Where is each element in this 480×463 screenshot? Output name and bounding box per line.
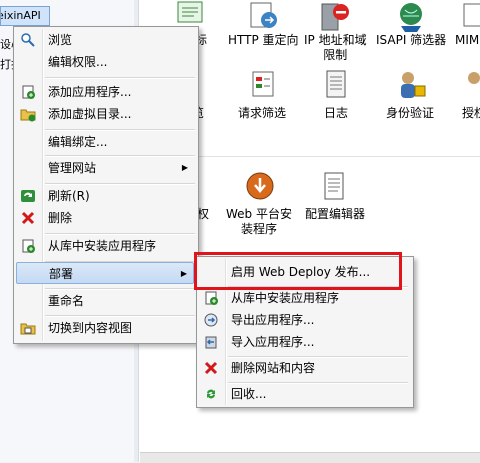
mime-types-icon[interactable] — [460, 0, 480, 34]
menu-item-delete-site-content[interactable]: 删除网站和内容 — [199, 357, 409, 379]
tree-stub-text-1: 设心 — [0, 38, 14, 51]
menu-item-label: 删除网站和内容 — [231, 361, 316, 375]
menu-item-edit-permissions[interactable]: 编辑权限... — [16, 51, 194, 73]
browse-icon — [21, 33, 35, 47]
authentication-icon[interactable] — [393, 68, 429, 102]
delete-icon — [21, 211, 35, 225]
feature-label-web-platform: Web 平台安 装程序 — [226, 207, 292, 236]
menu-item-recycle[interactable]: 回收... — [199, 383, 409, 405]
recycle-icon — [207, 389, 215, 399]
feature-label-authentication: 身份验证 — [386, 106, 435, 120]
ip-restriction-icon[interactable] — [316, 0, 352, 34]
menu-item-browse[interactable]: 浏览 — [16, 29, 194, 51]
feature-label-ip-restriction: IP 地址和域 限制 — [304, 33, 367, 62]
feature-label-http-redirect: HTTP 重定向 — [228, 33, 299, 47]
menu-item-add-application[interactable]: 添加应用程序... — [16, 81, 194, 103]
menu-item-import-application[interactable]: 导入应用程序... — [199, 331, 409, 353]
request-filtering-icon[interactable] — [245, 68, 281, 102]
export-icon — [204, 313, 218, 327]
import-icon — [205, 336, 217, 349]
logging-icon[interactable] — [318, 68, 354, 102]
annotation-highlight-box — [194, 252, 402, 290]
menu-separator — [45, 77, 195, 79]
menu-item-install-from-gallery-deploy[interactable]: 从库中安装应用程序 — [199, 287, 409, 309]
add-app-icon — [22, 85, 35, 99]
feature-label-request-filtering: 请求筛选 — [238, 106, 287, 120]
feature-label-config-editor: 配置编辑器 — [305, 207, 366, 221]
menu-item-export-application[interactable]: 导出应用程序... — [199, 309, 409, 331]
menu-item-delete[interactable]: 删除 — [16, 207, 194, 229]
menu-item-label: 浏览 — [48, 33, 73, 47]
content-view-icon — [20, 323, 36, 335]
site-context-menu: 浏览 编辑权限... 添加应用程序... 添加虚拟目录... 编辑绑定... 管… — [13, 26, 199, 344]
menu-item-label: 删除 — [48, 211, 73, 225]
menu-item-install-from-gallery[interactable]: 从库中安装应用程序 — [16, 235, 194, 257]
menu-item-refresh[interactable]: 刷新(R) — [16, 185, 194, 207]
menu-item-switch-content-view[interactable]: 切换到内容视图 — [16, 317, 194, 339]
gallery-icon — [205, 291, 218, 305]
menu-item-label: 编辑权限... — [48, 55, 108, 69]
submenu-arrow-icon: ▶ — [180, 269, 187, 278]
menu-item-label: 导出应用程序... — [231, 313, 315, 327]
menu-item-label: 回收... — [231, 387, 267, 401]
menu-item-label: 从库中安装应用程序 — [48, 239, 157, 253]
menu-item-label: 添加虚拟目录... — [48, 107, 132, 121]
menu-item-label: 编辑绑定... — [48, 135, 108, 149]
tree-node-label: eixinAPI — [0, 9, 41, 22]
web-platform-installer-icon[interactable] — [242, 170, 278, 204]
delete-icon — [204, 361, 218, 375]
isapi-filter-icon[interactable] — [393, 0, 429, 34]
menu-item-manage-site[interactable]: 管理网站 ▶ — [16, 157, 194, 179]
gallery-icon — [22, 239, 35, 253]
menu-item-label: 导入应用程序... — [231, 335, 315, 349]
menu-item-add-virtual-directory[interactable]: 添加虚拟目录... — [16, 103, 194, 125]
menu-item-rename[interactable]: 重命名 — [16, 290, 194, 312]
feature-label-isapi: ISAPI 筛选器 — [376, 33, 447, 47]
menu-item-label: 管理网站 — [48, 161, 97, 175]
submenu-arrow-icon: ▶ — [181, 163, 188, 172]
menu-item-label: 部署 — [49, 267, 74, 281]
tree-stub-text-2: 打抠 — [0, 58, 14, 71]
menu-item-label: 切换到内容视图 — [48, 321, 133, 335]
refresh-icon — [21, 190, 35, 202]
horizontal-scrollbar[interactable] — [140, 452, 480, 463]
menu-item-label: 从库中安装应用程序 — [231, 291, 340, 305]
menu-item-label: 添加应用程序... — [48, 85, 132, 99]
add-vdir-icon — [20, 109, 36, 122]
feature-label-authorization: 授权 — [462, 106, 480, 120]
tree-selected-site[interactable]: eixinAPI — [0, 6, 50, 26]
http-redirect-icon[interactable] — [245, 0, 281, 34]
feature-label-logging: 日志 — [324, 106, 349, 120]
menu-item-label: 刷新(R) — [48, 189, 90, 203]
authorization-icon[interactable] — [460, 68, 480, 102]
menu-item-edit-bindings[interactable]: 编辑绑定... — [16, 131, 194, 153]
feature-label-mime: MIM — [455, 33, 480, 47]
menu-item-deploy[interactable]: 部署 ▶ — [16, 262, 194, 284]
menu-item-label: 重命名 — [48, 294, 85, 308]
configuration-editor-icon[interactable] — [316, 170, 352, 204]
